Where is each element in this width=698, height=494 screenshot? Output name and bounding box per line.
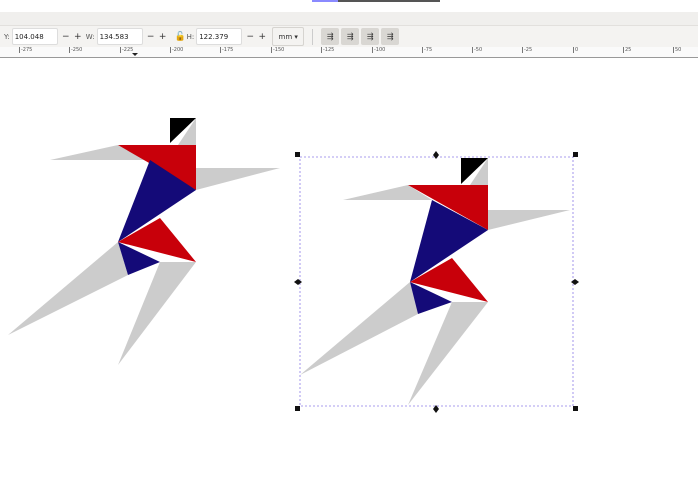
ruler-label: -25 [522,47,533,53]
handle-w [294,279,298,285]
ruler-label: 25 [623,47,632,53]
y-label: Y: [4,32,10,41]
tab-indicator [312,0,338,2]
y-input[interactable]: 104.048 [11,28,58,45]
ruler-marker [132,53,138,56]
scale-gradient-icon[interactable]: ⇶ [361,28,380,45]
y-plus-button[interactable]: + [74,32,82,42]
title-area [0,0,698,12]
figure-right-selected[interactable] [300,158,570,405]
ruler-label: -125 [321,47,335,53]
w-minus-button[interactable]: − [147,32,155,42]
scale-pattern-icon[interactable]: ⇶ [381,28,400,45]
ruler-label: 0 [573,47,579,53]
ruler-label: -50 [472,47,483,53]
h-plus-button[interactable]: + [258,32,266,42]
ruler-label: -200 [170,47,184,53]
commands-bar [0,12,698,26]
ruler-label: 50 [673,47,682,53]
w-label: W: [85,32,95,41]
handle-nw [295,152,300,157]
tab-indicator-2 [338,0,440,2]
figure-left[interactable] [8,118,280,365]
horizontal-ruler[interactable]: -275 -250 -225 -200 -175 -150 -125 -100 … [0,47,698,58]
lock-icon[interactable]: 🔓 [175,32,186,42]
h-label: H: [186,32,195,41]
unit-select[interactable]: mm ▾ [272,27,305,46]
ruler-label: -175 [220,47,234,53]
select-tool-toolbar: Y: 104.048 − + W: 134.583 − + 🔓 H: 122.3… [0,26,698,47]
handle-sw [295,406,300,411]
ruler-label: -150 [271,47,285,53]
handle-se [573,406,578,411]
y-minus-button[interactable]: − [62,32,70,42]
handle-ne [573,152,578,157]
ruler-label: -100 [372,47,386,53]
ruler-label: -275 [19,47,33,53]
handle-n [433,151,439,155]
ruler-label: -250 [69,47,83,53]
scale-stroke-icon[interactable]: ⇶ [321,28,340,45]
h-minus-button[interactable]: − [246,32,254,42]
w-plus-button[interactable]: + [159,32,167,42]
ruler-label: -75 [422,47,433,53]
w-input[interactable]: 134.583 [96,28,143,45]
scale-corners-icon[interactable]: ⇶ [341,28,360,45]
h-input[interactable]: 122.379 [196,28,243,45]
drawing-canvas[interactable] [0,58,698,494]
unit-value: mm [278,32,293,41]
